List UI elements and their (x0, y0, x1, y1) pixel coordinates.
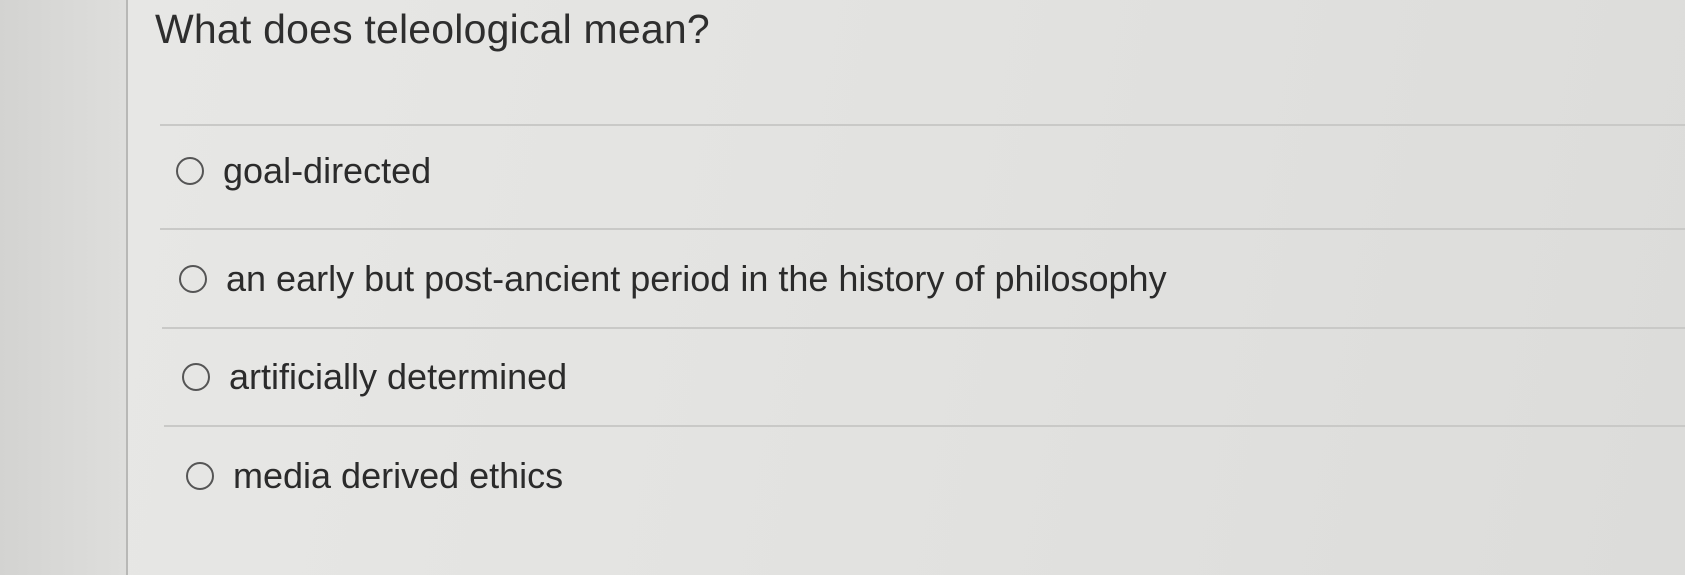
question-panel: What does teleological mean? goal-direct… (130, 0, 1685, 575)
divider (164, 425, 1685, 427)
answer-option-4[interactable]: media derived ethics (186, 455, 563, 497)
answer-option-3[interactable]: artificially determined (182, 356, 567, 398)
answer-option-1[interactable]: goal-directed (176, 150, 431, 192)
divider (162, 327, 1685, 329)
quiz-page: What does teleological mean? goal-direct… (0, 0, 1685, 575)
divider (160, 124, 1685, 126)
answer-option-label: media derived ethics (233, 455, 564, 496)
radio-button[interactable] (186, 462, 214, 490)
question-text: What does teleological mean? (155, 6, 710, 52)
radio-button[interactable] (182, 363, 210, 391)
answer-option-2[interactable]: an early but post-ancient period in the … (179, 258, 1167, 300)
answer-option-label: artificially determined (229, 356, 568, 397)
answer-option-label: an early but post-ancient period in the … (226, 258, 1167, 299)
left-margin (0, 0, 128, 575)
radio-button[interactable] (176, 157, 204, 185)
radio-button[interactable] (179, 265, 207, 293)
divider (160, 228, 1685, 230)
answer-option-label: goal-directed (223, 150, 432, 191)
